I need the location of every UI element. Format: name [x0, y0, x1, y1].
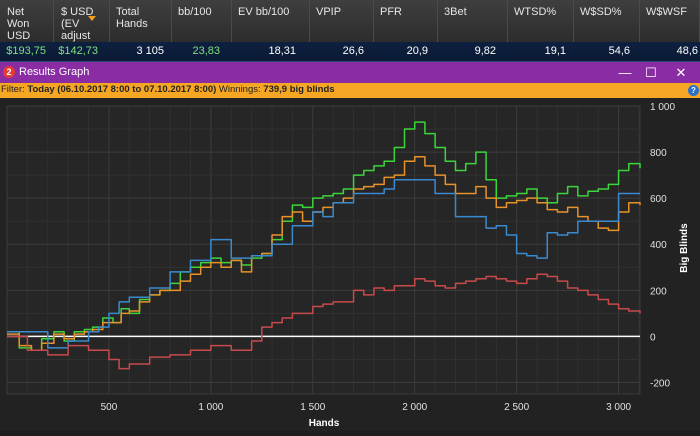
help-icon[interactable]: ?: [688, 85, 699, 96]
stat-value: 54,6: [608, 45, 630, 57]
stat-value: 26,6: [342, 45, 364, 57]
stat-value: 23,83: [192, 45, 220, 57]
column-header[interactable]: 3Bet: [438, 0, 508, 42]
maximize-icon[interactable]: ☐: [638, 62, 664, 83]
x-tick-label: 1 500: [300, 402, 325, 413]
stat-value: $193,75: [6, 45, 46, 57]
stat-value: 48,6: [676, 45, 698, 57]
column-header[interactable]: W$WSF: [640, 0, 700, 42]
column-header[interactable]: Net Won USD: [0, 0, 54, 42]
stat-value: 3 105: [136, 45, 164, 57]
app-icon: 2: [3, 66, 15, 78]
y-tick-label: 1 000: [650, 102, 675, 113]
filter-label: Filter:: [1, 84, 25, 95]
x-tick-label: 500: [101, 402, 118, 413]
column-header[interactable]: EV bb/100: [232, 0, 310, 42]
minimize-icon[interactable]: —: [612, 62, 638, 83]
window-titlebar[interactable]: 2 Results Graph — ☐ ✕: [0, 62, 700, 83]
filter-bar[interactable]: Filter: Today (06.10.2017 8:00 to 07.10.…: [0, 83, 700, 98]
y-axis-label: Big Blinds: [679, 223, 690, 273]
column-header[interactable]: Total Hands: [110, 0, 172, 42]
window-title: Results Graph: [19, 66, 90, 78]
filter-summary: Filter: Today (06.10.2017 8:00 to 07.10.…: [1, 84, 335, 95]
y-tick-label: -200: [650, 378, 670, 389]
y-tick-label: 800: [650, 148, 667, 159]
stat-value: $142,73: [58, 45, 98, 57]
results-chart: 500 1 000 1 500 2 000 2 500 3 000 1 000 800 600 4…: [6, 102, 690, 429]
stats-header: Net Won USD $ USD (EV adjust Total Hands bb…: [0, 0, 700, 43]
stats-values-row[interactable]: $193,75 $142,73 3 105 23,83 18,31 26,6 20,9 9,8…: [0, 42, 700, 62]
stat-value: 18,31: [268, 45, 296, 57]
sort-dropdown-icon[interactable]: [88, 16, 96, 21]
column-header[interactable]: PFR: [374, 0, 438, 42]
column-header[interactable]: WTSD%: [508, 0, 574, 42]
y-tick-label: 200: [650, 286, 667, 297]
stat-value: 19,1: [544, 45, 566, 57]
x-tick-label: 2 000: [402, 402, 427, 413]
stat-value: 9,82: [474, 45, 496, 57]
winnings-label: Winnings:: [218, 84, 261, 95]
column-header[interactable]: $ USD (EV adjust: [54, 0, 110, 42]
filter-range: Today (06.10.2017 8:00 to 07.10.2017 8:0…: [27, 84, 217, 95]
x-tick-label: 3 000: [606, 402, 631, 413]
y-tick-label: 600: [650, 194, 667, 205]
x-axis-label: Hands: [309, 418, 340, 429]
stat-value: 20,9: [406, 45, 428, 57]
y-tick-label: 400: [650, 240, 667, 251]
column-header[interactable]: bb/100: [172, 0, 232, 42]
results-graph-panel: 500 1 000 1 500 2 000 2 500 3 000 1 000 800 600 4…: [0, 98, 700, 431]
close-icon[interactable]: ✕: [668, 62, 694, 83]
winnings-value: 739,9 big blinds: [263, 84, 335, 95]
x-tick-label: 1 000: [198, 402, 223, 413]
y-tick-label: 0: [650, 332, 656, 343]
column-header[interactable]: VPIP: [310, 0, 374, 42]
column-header[interactable]: W$SD%: [574, 0, 640, 42]
x-tick-label: 2 500: [504, 402, 529, 413]
